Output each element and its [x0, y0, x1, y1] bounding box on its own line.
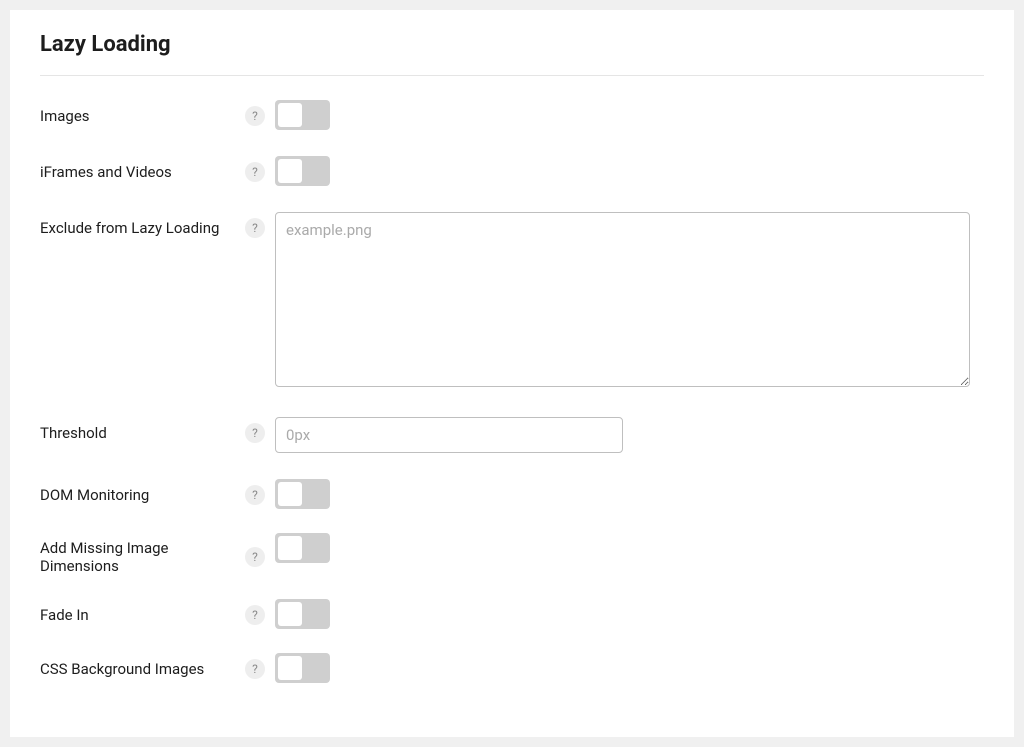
label-col-exclude: Exclude from Lazy Loading ? [40, 212, 265, 238]
label-col-images: Images ? [40, 100, 265, 126]
exclude-textarea[interactable] [275, 212, 970, 387]
toggle-images[interactable] [275, 100, 330, 130]
help-icon[interactable]: ? [245, 659, 265, 679]
control-col-exclude [265, 212, 984, 391]
control-col-images [265, 100, 984, 130]
row-threshold: Threshold ? [40, 417, 984, 453]
toggle-dom[interactable] [275, 479, 330, 509]
control-col-iframes [265, 156, 984, 186]
toggle-knob [278, 103, 302, 127]
help-icon[interactable]: ? [245, 423, 265, 443]
toggle-iframes[interactable] [275, 156, 330, 186]
control-col-dimensions [265, 533, 984, 563]
label-exclude: Exclude from Lazy Loading [40, 219, 219, 237]
row-exclude: Exclude from Lazy Loading ? [40, 212, 984, 391]
help-icon[interactable]: ? [245, 605, 265, 625]
label-col-cssbg: CSS Background Images ? [40, 653, 265, 679]
label-threshold: Threshold [40, 424, 107, 442]
toggle-knob [278, 536, 302, 560]
label-cssbg: CSS Background Images [40, 660, 204, 678]
toggle-knob [278, 656, 302, 680]
section-title: Lazy Loading [40, 32, 984, 76]
row-dom: DOM Monitoring ? [40, 479, 984, 509]
control-col-cssbg [265, 653, 984, 683]
row-fade: Fade In ? [40, 599, 984, 629]
lazy-loading-panel: Lazy Loading Images ? iFrames and Videos… [10, 10, 1014, 737]
label-images: Images [40, 107, 90, 125]
row-iframes: iFrames and Videos ? [40, 156, 984, 186]
label-fade: Fade In [40, 606, 89, 624]
help-icon[interactable]: ? [245, 547, 265, 567]
row-dimensions: Add Missing Image Dimensions ? [40, 533, 984, 575]
row-images: Images ? [40, 100, 984, 130]
toggle-fade[interactable] [275, 599, 330, 629]
toggle-knob [278, 159, 302, 183]
label-dom: DOM Monitoring [40, 486, 149, 504]
help-icon[interactable]: ? [245, 106, 265, 126]
toggle-knob [278, 482, 302, 506]
label-col-dimensions: Add Missing Image Dimensions ? [40, 533, 265, 575]
control-col-threshold [265, 417, 984, 453]
control-col-fade [265, 599, 984, 629]
label-col-dom: DOM Monitoring ? [40, 479, 265, 505]
help-icon[interactable]: ? [245, 485, 265, 505]
label-col-threshold: Threshold ? [40, 417, 265, 443]
control-col-dom [265, 479, 984, 509]
toggle-knob [278, 602, 302, 626]
help-icon[interactable]: ? [245, 162, 265, 182]
threshold-input[interactable] [275, 417, 623, 453]
label-iframes: iFrames and Videos [40, 163, 172, 181]
row-cssbg: CSS Background Images ? [40, 653, 984, 683]
label-col-iframes: iFrames and Videos ? [40, 156, 265, 182]
label-dimensions: Add Missing Image Dimensions [40, 539, 237, 575]
toggle-dimensions[interactable] [275, 533, 330, 563]
label-col-fade: Fade In ? [40, 599, 265, 625]
help-icon[interactable]: ? [245, 218, 265, 238]
toggle-cssbg[interactable] [275, 653, 330, 683]
